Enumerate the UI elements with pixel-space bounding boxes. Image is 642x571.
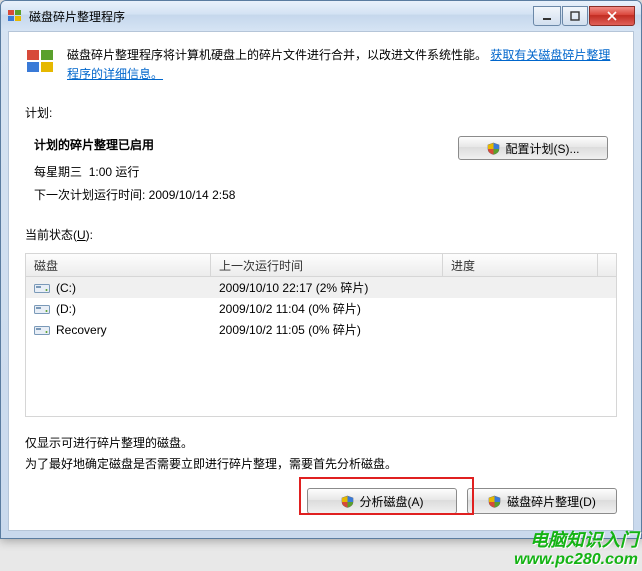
configure-label: 配置计划(S)...: [506, 140, 580, 157]
drive-last-run: 2009/10/10 22:17 (2% 碎片): [211, 279, 443, 296]
disk-row[interactable]: (D:) 2009/10/2 11:04 (0% 碎片): [26, 298, 616, 319]
drive-name: (D:): [56, 302, 76, 316]
window-frame: 磁盘碎片整理程序 磁盘碎片整理程序将计算机硬盘上的碎片文件进行合并，以改进文件系…: [0, 0, 642, 539]
plan-next-run: 下一次计划运行时间: 2009/10/14 2:58: [34, 186, 235, 203]
defrag-label: 磁盘碎片整理(D): [507, 493, 596, 510]
plan-label: 计划:: [25, 104, 617, 121]
action-buttons: 分析磁盘(A) 磁盘碎片整理(D): [25, 488, 617, 514]
drive-icon: [34, 282, 50, 294]
uac-shield-icon: [488, 495, 501, 508]
window-controls: [533, 6, 635, 26]
content-area: 磁盘碎片整理程序将计算机硬盘上的碎片文件进行合并，以改进文件系统性能。 获取有关…: [8, 31, 634, 531]
column-last-run[interactable]: 上一次运行时间: [211, 254, 443, 276]
configure-schedule-button[interactable]: 配置计划(S)...: [458, 136, 608, 160]
drive-name: (C:): [56, 281, 76, 295]
watermark-line-2: www.pc280.com: [514, 551, 638, 569]
minimize-button[interactable]: [533, 6, 561, 26]
column-progress[interactable]: 进度: [443, 254, 598, 276]
disk-list-header: 磁盘 上一次运行时间 进度: [25, 253, 617, 277]
column-spacer: [598, 254, 616, 276]
intro-desc: 磁盘碎片整理程序将计算机硬盘上的碎片文件进行合并，以改进文件系统性能。: [67, 48, 487, 62]
drive-icon: [34, 324, 50, 336]
analyze-label: 分析磁盘(A): [360, 493, 424, 510]
plan-box: 计划的碎片整理已启用 每星期三 1:00 运行 下一次计划运行时间: 2009/…: [25, 131, 617, 220]
current-status-label: 当前状态(U):: [25, 226, 617, 243]
close-button[interactable]: [589, 6, 635, 26]
intro-text: 磁盘碎片整理程序将计算机硬盘上的碎片文件进行合并，以改进文件系统性能。 获取有关…: [67, 46, 617, 84]
footer-note: 仅显示可进行碎片整理的磁盘。 为了最好地确定磁盘是否需要立即进行碎片整理，需要首…: [25, 433, 617, 474]
analyze-disk-button[interactable]: 分析磁盘(A): [307, 488, 457, 514]
window-title: 磁盘碎片整理程序: [29, 8, 533, 25]
drive-last-run: 2009/10/2 11:04 (0% 碎片): [211, 300, 443, 317]
plan-info: 计划的碎片整理已启用 每星期三 1:00 运行 下一次计划运行时间: 2009/…: [34, 136, 235, 209]
drive-name: Recovery: [56, 323, 107, 337]
maximize-button[interactable]: [562, 6, 588, 26]
defrag-icon: [25, 46, 57, 78]
column-disk[interactable]: 磁盘: [26, 254, 211, 276]
note-line-2: 为了最好地确定磁盘是否需要立即进行碎片整理，需要首先分析磁盘。: [25, 454, 617, 474]
intro-panel: 磁盘碎片整理程序将计算机硬盘上的碎片文件进行合并，以改进文件系统性能。 获取有关…: [25, 46, 617, 84]
uac-shield-icon: [487, 142, 500, 155]
plan-enabled-header: 计划的碎片整理已启用: [34, 136, 235, 153]
app-icon: [7, 8, 23, 24]
watermark-line-1: 电脑知识入门: [514, 530, 638, 551]
uac-shield-icon: [341, 495, 354, 508]
watermark: 电脑知识入门 www.pc280.com: [514, 530, 638, 569]
note-line-1: 仅显示可进行碎片整理的磁盘。: [25, 433, 617, 453]
titlebar[interactable]: 磁盘碎片整理程序: [1, 1, 641, 31]
disk-row[interactable]: (C:) 2009/10/10 22:17 (2% 碎片): [26, 277, 616, 298]
plan-schedule: 每星期三 1:00 运行: [34, 163, 235, 180]
disk-list-body[interactable]: (C:) 2009/10/10 22:17 (2% 碎片) (D:) 2009/10/…: [25, 277, 617, 417]
defragment-disk-button[interactable]: 磁盘碎片整理(D): [467, 488, 617, 514]
drive-last-run: 2009/10/2 11:05 (0% 碎片): [211, 321, 443, 338]
disk-list: 磁盘 上一次运行时间 进度 (C:) 2009/10/10 22:17 (2% 碎…: [25, 253, 617, 417]
drive-icon: [34, 303, 50, 315]
disk-row[interactable]: Recovery 2009/10/2 11:05 (0% 碎片): [26, 319, 616, 340]
